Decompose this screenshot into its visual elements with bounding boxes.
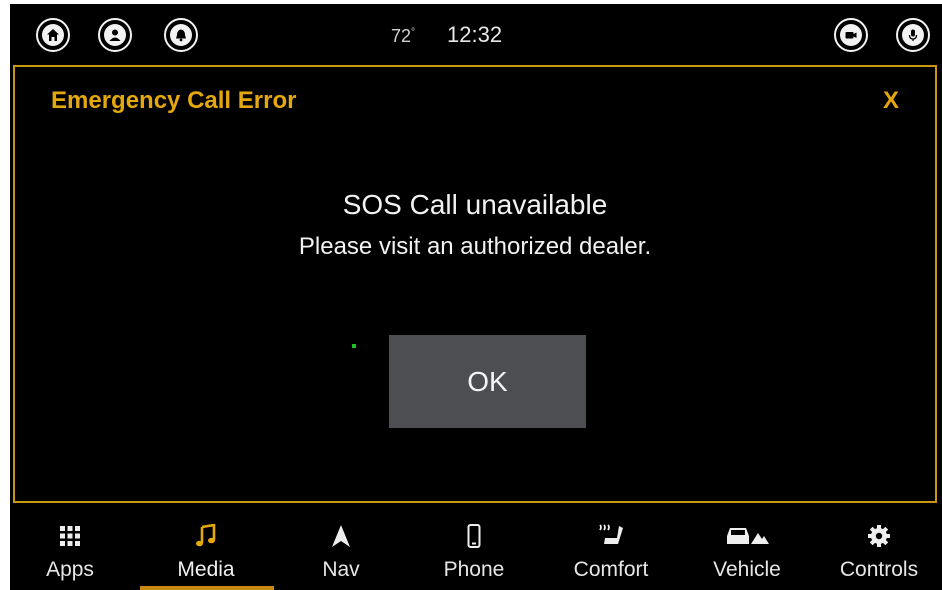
nav-label-apps: Apps bbox=[46, 558, 94, 581]
home-button[interactable] bbox=[36, 18, 70, 52]
temperature-unit: ° bbox=[411, 27, 416, 38]
status-bar: 72° 12:32 bbox=[10, 4, 942, 64]
home-icon bbox=[42, 24, 64, 46]
dialog-title: Emergency Call Error bbox=[51, 87, 297, 114]
emergency-call-error-dialog: Emergency Call Error X SOS Call unavaila… bbox=[13, 65, 937, 503]
nav-label-comfort: Comfort bbox=[573, 558, 649, 581]
gear-icon bbox=[812, 522, 942, 550]
bottom-nav-bar: Apps Media Nav Phone Comfort Vehicle Con… bbox=[10, 514, 942, 590]
bell-icon bbox=[170, 24, 192, 46]
active-tab-indicator bbox=[140, 586, 274, 590]
nav-item-controls[interactable]: Controls bbox=[812, 514, 942, 590]
seat-climate-icon bbox=[544, 522, 678, 550]
user-button[interactable] bbox=[98, 18, 132, 52]
nav-item-vehicle[interactable]: Vehicle bbox=[680, 514, 814, 590]
nav-label-vehicle: Vehicle bbox=[713, 558, 781, 581]
user-icon bbox=[104, 24, 126, 46]
infotainment-screen: 72° 12:32 Emergency Call Error X SOS Cal… bbox=[10, 4, 942, 590]
nav-item-comfort[interactable]: Comfort bbox=[544, 514, 678, 590]
phone-icon bbox=[407, 522, 541, 550]
music-note-icon bbox=[139, 522, 273, 550]
temperature-value: 72 bbox=[391, 26, 412, 46]
ok-button[interactable]: OK bbox=[389, 335, 586, 428]
navigation-arrow-icon bbox=[274, 522, 408, 550]
notifications-button[interactable] bbox=[164, 18, 198, 52]
clock: 12:32 bbox=[447, 22, 503, 47]
nav-label-media: Media bbox=[177, 558, 235, 581]
dialog-sub-message: Please visit an authorized dealer. bbox=[298, 233, 652, 260]
nav-item-nav[interactable]: Nav bbox=[274, 514, 408, 590]
nav-label-phone: Phone bbox=[443, 558, 505, 581]
nav-item-media[interactable]: Media bbox=[139, 514, 273, 590]
temperature-readout: 72° bbox=[391, 26, 415, 47]
dialog-message: SOS Call unavailable bbox=[342, 189, 608, 220]
nav-label-controls: Controls bbox=[839, 558, 919, 581]
nav-item-apps[interactable]: Apps bbox=[3, 514, 137, 590]
vehicle-icon bbox=[680, 522, 814, 550]
close-button[interactable]: X bbox=[883, 87, 899, 115]
camera-button[interactable] bbox=[834, 18, 868, 52]
indicator-dot bbox=[352, 344, 356, 348]
grid-icon bbox=[3, 522, 137, 550]
nav-item-phone[interactable]: Phone bbox=[407, 514, 541, 590]
camera-icon bbox=[840, 24, 862, 46]
microphone-button[interactable] bbox=[896, 18, 930, 52]
microphone-icon bbox=[902, 24, 924, 46]
nav-label-nav: Nav bbox=[322, 558, 360, 581]
